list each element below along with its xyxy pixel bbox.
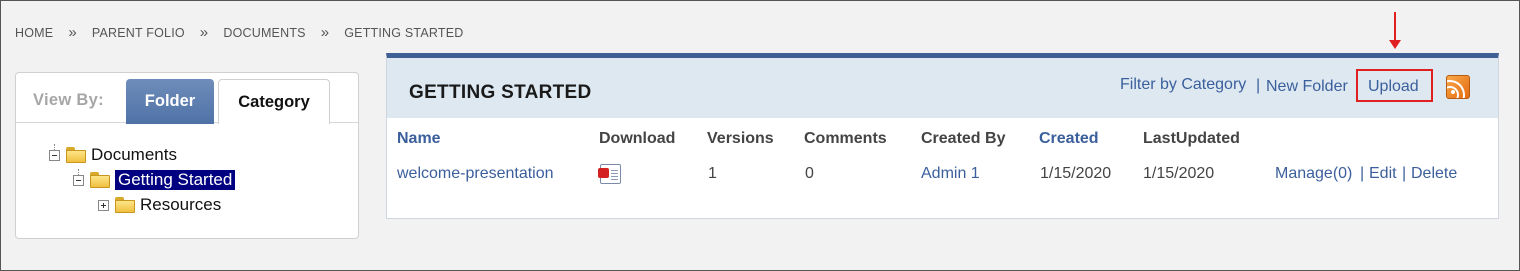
expand-icon[interactable] [98, 199, 109, 211]
new-folder-link[interactable]: New Folder [1266, 78, 1348, 96]
breadcrumb-documents[interactable]: DOCUMENTS [223, 26, 305, 40]
pdf-download-icon[interactable] [598, 164, 621, 184]
view-by-label: View By: [33, 91, 104, 109]
tree-node-label: Resources [140, 195, 222, 214]
comments-value: 0 [805, 165, 814, 182]
tree-node-documents[interactable]: Documents [49, 144, 177, 166]
tab-folder[interactable]: Folder [126, 79, 214, 124]
breadcrumb-home[interactable]: HOME [15, 26, 53, 40]
versions-value: 1 [708, 165, 717, 182]
document-name-link[interactable]: welcome-presentation [397, 165, 554, 183]
breadcrumb-separator: » [199, 24, 209, 41]
breadcrumb-separator: » [68, 24, 77, 41]
rss-feed-icon[interactable] [1446, 75, 1470, 99]
manage-link[interactable]: Manage(0) [1275, 165, 1352, 183]
tab-category[interactable]: Category [218, 79, 330, 124]
view-by-bar: View By: Folder Category [16, 73, 358, 124]
created-by-link[interactable]: Admin 1 [921, 165, 980, 183]
row-action-separator: | [1360, 165, 1365, 182]
tree-node-getting-started[interactable]: Getting Started [73, 169, 236, 191]
last-updated-date: 1/15/2020 [1143, 165, 1215, 182]
annotation-arrow-shaft [1394, 12, 1396, 42]
folder-icon [115, 197, 135, 213]
breadcrumb: HOME » PARENT FOLIO » DOCUMENTS » GETTIN… [15, 24, 463, 41]
breadcrumb-parent-folio[interactable]: PARENT FOLIO [92, 26, 185, 40]
tree-node-resources[interactable]: Resources [98, 194, 221, 216]
view-by-panel: View By: Folder Category Documents Getti… [15, 72, 359, 239]
delete-link[interactable]: Delete [1411, 165, 1457, 183]
annotation-arrow-head [1389, 40, 1401, 49]
filter-by-category-link[interactable]: Filter by Category [1120, 76, 1246, 94]
column-header-download: Download [599, 130, 676, 147]
column-header-versions: Versions [707, 130, 774, 147]
upload-link[interactable]: Upload [1368, 78, 1419, 96]
column-header-created[interactable]: Created [1039, 130, 1099, 148]
column-header-comments: Comments [804, 130, 887, 147]
row-action-separator: | [1402, 165, 1407, 182]
folder-open-icon [90, 172, 110, 188]
document-list-panel: GETTING STARTED Filter by Category | New… [386, 53, 1499, 219]
created-date: 1/15/2020 [1040, 165, 1112, 182]
tree-node-label: Documents [91, 145, 177, 164]
column-header-name[interactable]: Name [397, 130, 441, 148]
column-header-created-by: Created By [921, 130, 1006, 147]
tree-node-label: Getting Started [115, 170, 236, 190]
panel-header: GETTING STARTED Filter by Category | New… [387, 58, 1498, 118]
folder-tree: Documents Getting Started Resources [16, 123, 358, 238]
collapse-icon[interactable] [49, 149, 60, 161]
folder-icon [66, 147, 86, 163]
action-separator: | [1256, 77, 1261, 94]
collapse-icon[interactable] [73, 174, 84, 186]
edit-link[interactable]: Edit [1369, 165, 1397, 183]
breadcrumb-separator: » [320, 24, 330, 41]
breadcrumb-current: GETTING STARTED [344, 25, 464, 40]
column-header-last-updated: LastUpdated [1143, 130, 1240, 147]
page-title: GETTING STARTED [409, 82, 592, 103]
